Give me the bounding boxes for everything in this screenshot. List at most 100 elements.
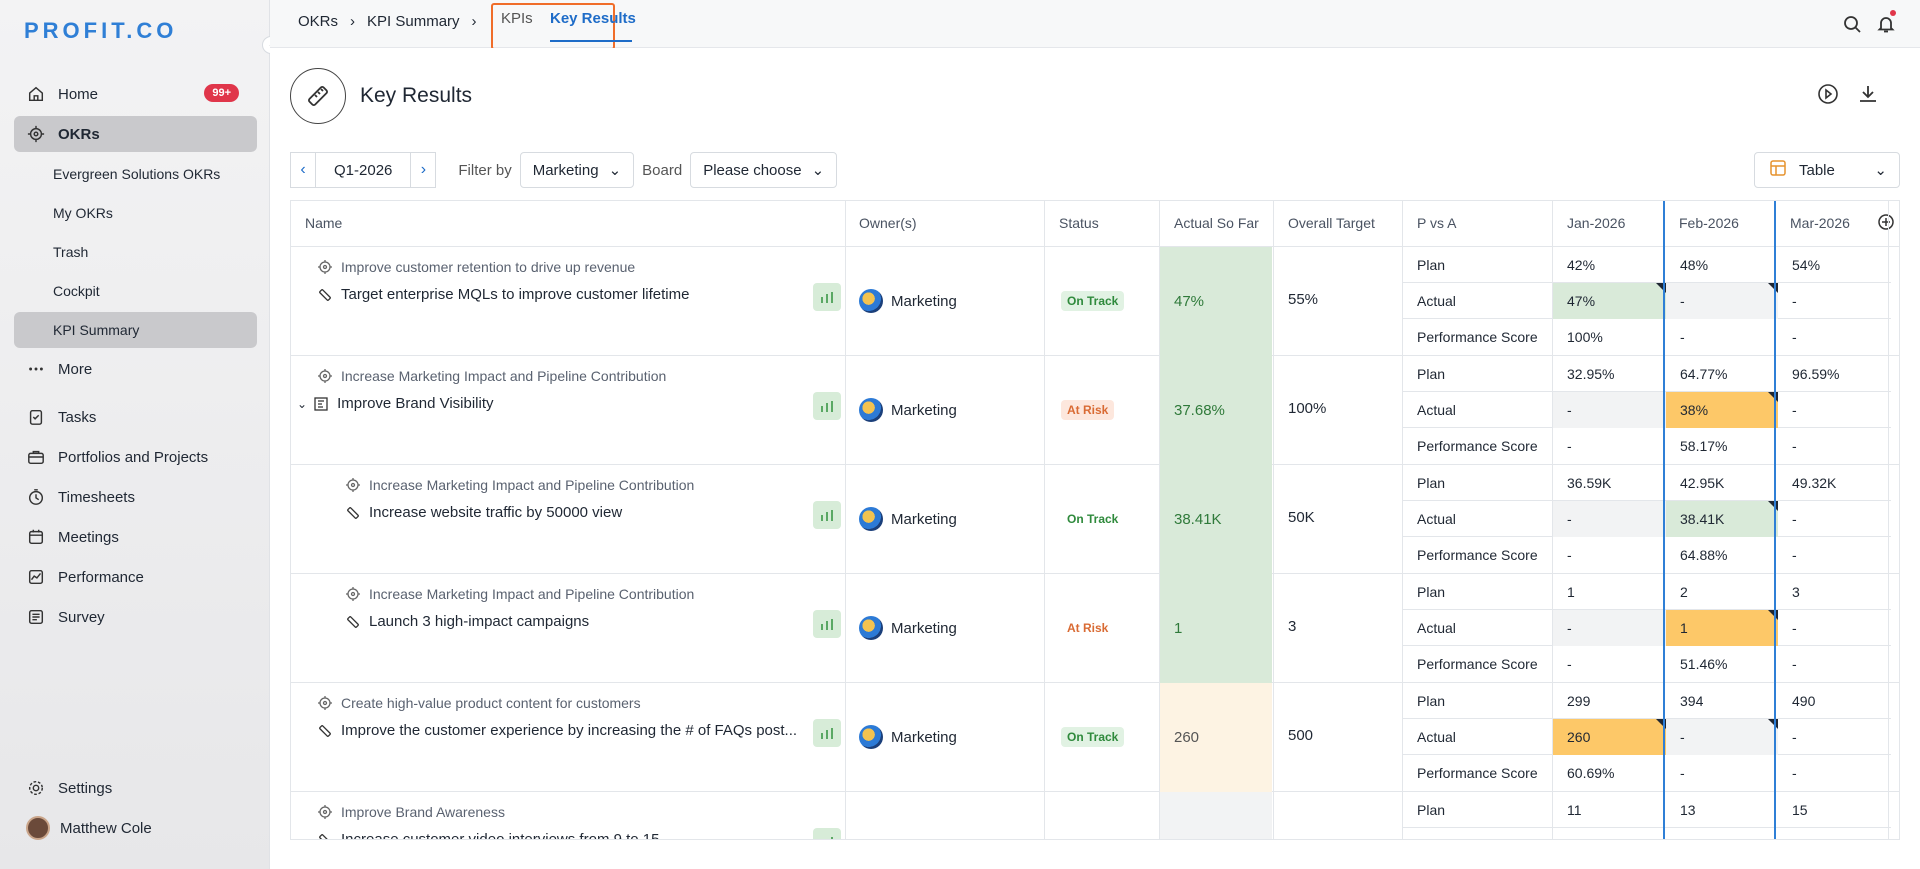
sidebar-subitem-evergreen-okrs[interactable]: Evergreen Solutions OKRs — [14, 156, 257, 192]
key-result-name[interactable]: Increase website traffic by 50000 view — [345, 504, 622, 521]
table-header: Name Owner(s) Status Actual So Far Overa… — [291, 201, 1899, 247]
bar-chart-icon[interactable] — [813, 501, 841, 529]
col-overall-target[interactable]: Overall Target — [1288, 215, 1375, 231]
sidebar-item-portfolios[interactable]: Portfolios and Projects — [14, 439, 257, 475]
team-logo — [859, 616, 883, 640]
owner-cell[interactable]: Marketing — [859, 398, 957, 422]
table-row[interactable]: Create high-value product content for cu… — [291, 683, 1899, 792]
user-name: Matthew Cole — [60, 819, 152, 837]
key-result-name[interactable]: Target enterprise MQLs to improve custom… — [317, 286, 689, 303]
view-dropdown[interactable]: Table ⌄ — [1754, 152, 1900, 188]
overall-target-cell: 100% — [1288, 400, 1327, 417]
user-profile[interactable]: Matthew Cole — [14, 810, 257, 846]
table-row[interactable]: Increase Marketing Impact and Pipeline C… — [291, 465, 1899, 574]
plan-vs-actual: Plan 1 2 3 Actual -1- Performance Score -51.4… — [1403, 574, 1891, 683]
bell-icon[interactable] — [1876, 10, 1896, 37]
owner-cell[interactable]: Marketing — [859, 616, 957, 640]
sidebar-item-label: OKRs — [58, 125, 100, 143]
sidebar-item-performance[interactable]: Performance — [14, 559, 257, 595]
target-icon — [26, 124, 46, 144]
table-row[interactable]: Improve Brand Awareness Increase custome… — [291, 792, 1899, 839]
period-selector[interactable]: Q1-2026 — [316, 152, 411, 188]
key-result-name[interactable]: Improve the customer experience by incre… — [317, 722, 797, 739]
header-actions — [1816, 82, 1880, 109]
overall-target-cell: 55% — [1288, 291, 1319, 308]
status-badge: At Risk — [1067, 621, 1109, 635]
sidebar-item-label: Performance — [58, 568, 144, 586]
bar-chart-icon[interactable] — [813, 610, 841, 638]
table-row[interactable]: Improve customer retention to drive up r… — [291, 247, 1899, 356]
profit-co-logo[interactable]: PROFIT.CO — [24, 18, 177, 44]
sidebar-subitem-cockpit[interactable]: Cockpit — [14, 273, 257, 309]
board-dropdown[interactable]: Please choose ⌄ — [690, 152, 838, 188]
chevron-down-icon[interactable]: ⌄ — [297, 397, 307, 411]
bar-chart-icon[interactable] — [813, 392, 841, 420]
objective-label: Increase Marketing Impact and Pipeline C… — [345, 477, 694, 493]
owner-cell[interactable]: Marketing — [859, 507, 957, 531]
col-owners[interactable]: Owner(s) — [859, 215, 917, 231]
previous-period-button[interactable]: ‹ — [290, 152, 316, 188]
notification-count-badge: 99+ — [204, 84, 239, 102]
ruler-icon — [345, 505, 361, 521]
team-logo — [859, 398, 883, 422]
actual-so-far-cell: 1 — [1160, 574, 1272, 683]
overall-target-cell: 50K — [1288, 509, 1315, 526]
search-icon[interactable] — [1842, 14, 1862, 37]
tab-key-results[interactable]: Key Results — [550, 10, 636, 27]
sidebar-item-home[interactable]: Home 99+ — [14, 76, 257, 112]
owner-cell[interactable]: Marketing — [859, 289, 957, 313]
sidebar-item-okrs[interactable]: OKRs — [14, 116, 257, 152]
bar-chart-icon[interactable] — [813, 719, 841, 747]
sidebar-item-timesheets[interactable]: Timesheets — [14, 479, 257, 515]
download-icon[interactable] — [1856, 82, 1880, 109]
add-column-icon[interactable] — [1877, 213, 1895, 234]
key-result-name[interactable]: ⌄ Improve Brand Visibility — [297, 395, 494, 412]
sidebar-item-survey[interactable]: Survey — [14, 599, 257, 635]
actual-row: Actual -38.41K - — [1403, 501, 1891, 537]
play-icon[interactable] — [1816, 82, 1840, 109]
col-name[interactable]: Name — [305, 215, 342, 231]
filter-value: Marketing — [532, 161, 599, 179]
stopwatch-icon — [26, 487, 46, 507]
objective-label: Increase Marketing Impact and Pipeline C… — [345, 586, 694, 602]
bar-chart-icon[interactable] — [813, 283, 841, 311]
sidebar-item-label: Portfolios and Projects — [58, 448, 209, 466]
key-result-name[interactable]: Launch 3 high-impact campaigns — [345, 613, 589, 630]
table-row[interactable]: Increase Marketing Impact and Pipeline C… — [291, 574, 1899, 683]
bar-chart-icon[interactable] — [813, 828, 841, 839]
score-row: Performance Score -58.17% - — [1417, 438, 1797, 454]
sidebar-item-settings[interactable]: Settings — [14, 770, 257, 806]
col-p-vs-a[interactable]: P vs A — [1417, 215, 1456, 231]
plan-row: Plan 11 13 15 — [1403, 792, 1891, 828]
filter-dropdown[interactable]: Marketing ⌄ — [519, 152, 635, 188]
col-mar[interactable]: Mar-2026 — [1790, 215, 1850, 231]
overall-target-cell: 15 — [1288, 836, 1305, 839]
target-icon — [317, 804, 333, 820]
key-result-name[interactable]: Increase customer video interviews from … — [317, 831, 659, 839]
sidebar-subitem-kpi-summary[interactable]: KPI Summary — [14, 312, 257, 348]
breadcrumb-okrs[interactable]: OKRs — [298, 13, 338, 30]
target-icon — [345, 586, 361, 602]
next-period-button[interactable]: › — [410, 152, 437, 188]
sidebar-bottom: Settings Matthew Cole — [14, 770, 257, 850]
sidebar-item-tasks[interactable]: Tasks — [14, 399, 257, 435]
plan-row: Plan 42% 48% 54% — [1403, 247, 1891, 283]
home-icon — [26, 84, 46, 104]
col-feb[interactable]: Feb-2026 — [1679, 215, 1739, 231]
col-status[interactable]: Status — [1059, 215, 1099, 231]
sidebar-item-meetings[interactable]: Meetings — [14, 519, 257, 555]
ruler-icon — [317, 723, 333, 739]
sidebar-subitem-trash[interactable]: Trash — [14, 234, 257, 270]
plan-vs-actual: Plan 299 394 490 Actual 260- - Performance Sc… — [1403, 683, 1891, 792]
sidebar-item-more[interactable]: More — [14, 351, 257, 387]
filter-by-label: Filter by — [458, 161, 512, 179]
breadcrumb-kpi-summary[interactable]: KPI Summary — [367, 13, 460, 30]
tab-kpis[interactable]: KPIs — [501, 10, 533, 27]
col-jan[interactable]: Jan-2026 — [1567, 215, 1625, 231]
actual-row: Actual 260- - — [1403, 719, 1891, 755]
sidebar-subitem-my-okrs[interactable]: My OKRs — [14, 195, 257, 231]
owner-cell[interactable]: Marketing — [859, 725, 957, 749]
table-row[interactable]: Increase Marketing Impact and Pipeline C… — [291, 356, 1899, 465]
overall-target-cell: 500 — [1288, 727, 1314, 744]
col-actual-so-far[interactable]: Actual So Far — [1174, 215, 1259, 231]
